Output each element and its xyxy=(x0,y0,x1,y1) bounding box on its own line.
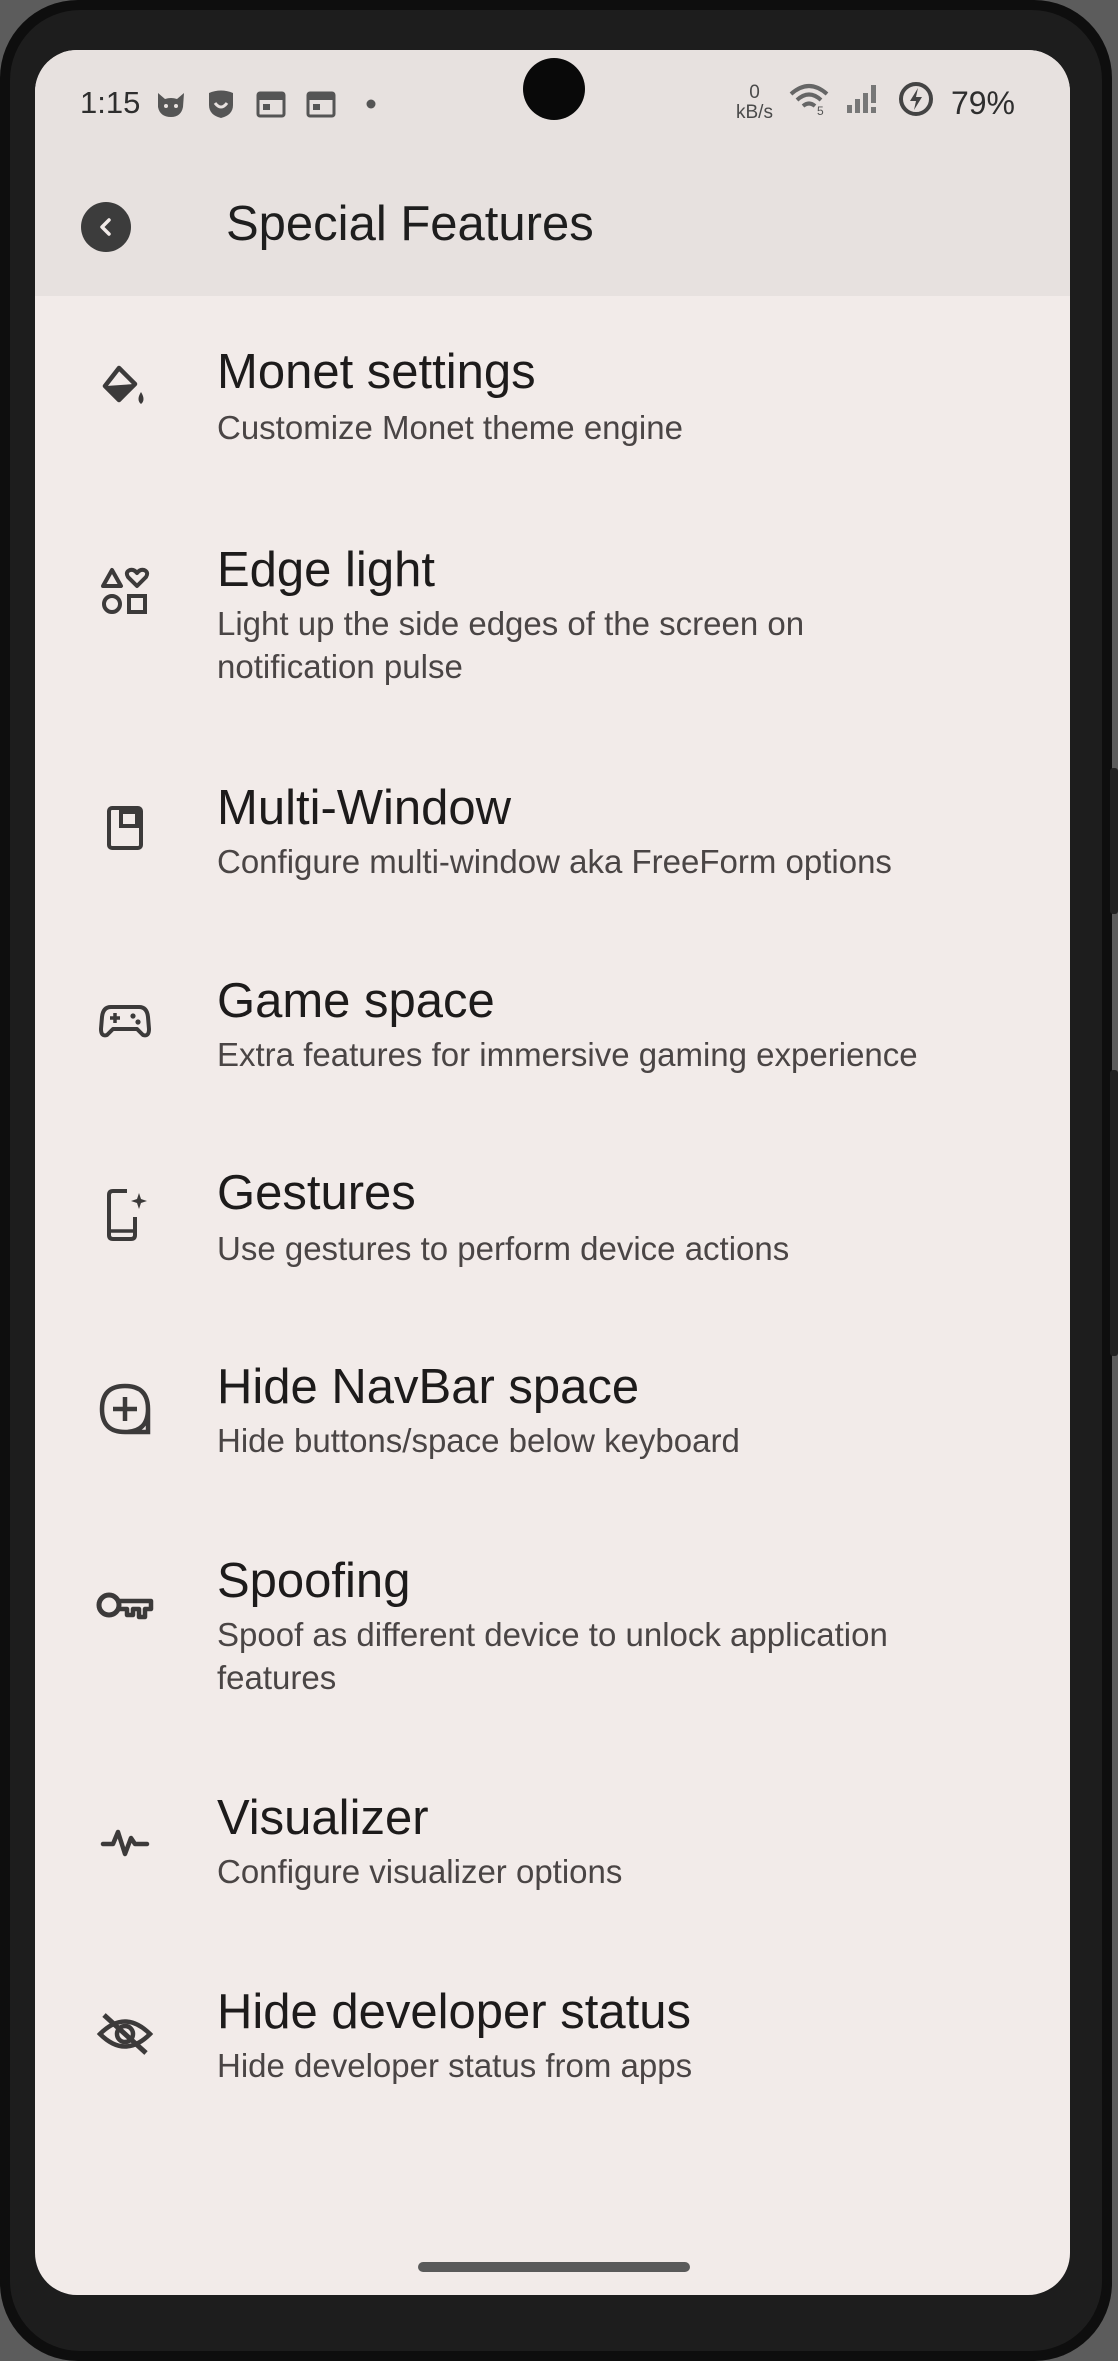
phone-side-button xyxy=(1110,768,1118,914)
item-title: Spoofing xyxy=(217,1554,411,1608)
item-subtitle: Customize Monet theme engine xyxy=(217,409,683,446)
item-subtitle: Spoof as different device to unlock appl… xyxy=(217,1616,888,1696)
cat-app-icon xyxy=(155,88,187,120)
item-subtitle: Hide buttons/space below keyboard xyxy=(217,1422,740,1459)
back-button[interactable] xyxy=(81,202,131,252)
network-speed: 0 kB/s xyxy=(736,82,773,123)
item-subtitle: Configure visualizer options xyxy=(217,1853,623,1890)
shapes-icon xyxy=(95,562,155,622)
item-subtitle: Extra features for immersive gaming expe… xyxy=(217,1036,918,1073)
features-list: Monet settings Customize Monet theme eng… xyxy=(35,296,1070,2128)
item-title: Visualizer xyxy=(217,1791,429,1845)
add-circle-icon xyxy=(95,1379,155,1439)
list-item-hide-developer-status[interactable]: Hide developer status Hide developer sta… xyxy=(35,1934,1070,2128)
gamepad-icon xyxy=(95,991,155,1051)
item-subtitle: Light up the side edges of the screen on… xyxy=(217,605,805,685)
signal-icon xyxy=(845,83,881,123)
battery-percentage: 79% xyxy=(950,84,1015,121)
item-title: Game space xyxy=(217,974,495,1028)
status-bar: 1:15 0 kB/s 5 79% xyxy=(35,50,1070,160)
gesture-navigation-handle[interactable] xyxy=(418,2262,690,2272)
phone-sparkle-icon xyxy=(95,1185,155,1245)
list-item-hide-navbar-space[interactable]: Hide NavBar space Hide buttons/space bel… xyxy=(35,1309,1070,1503)
more-notifications-dot-icon xyxy=(355,88,387,120)
front-camera xyxy=(523,58,585,120)
screen: 1:15 0 kB/s 5 79% Special Features Monet… xyxy=(35,50,1070,2295)
pulse-icon xyxy=(95,1810,155,1870)
paint-bucket-icon xyxy=(95,358,155,418)
calendar-icon xyxy=(255,88,287,120)
list-item-gestures[interactable]: Gestures Use gestures to perform device … xyxy=(35,1115,1070,1309)
app-header: 1:15 0 kB/s 5 79% Special Features xyxy=(35,50,1070,296)
status-time: 1:15 xyxy=(80,85,141,120)
list-item-spoofing[interactable]: Spoofing Spoof as different device to un… xyxy=(35,1503,1070,1740)
item-subtitle: Hide developer status from apps xyxy=(217,2047,693,2084)
list-item-edge-light[interactable]: Edge light Light up the side edges of th… xyxy=(35,490,1070,726)
phone-volume-button xyxy=(1110,1070,1118,1356)
svg-text:5: 5 xyxy=(817,104,824,116)
item-title: Hide NavBar space xyxy=(217,1360,640,1414)
item-title: Gestures xyxy=(217,1166,416,1220)
item-subtitle: Use gestures to perform device actions xyxy=(217,1230,790,1267)
list-item-monet-settings[interactable]: Monet settings Customize Monet theme eng… xyxy=(35,296,1070,490)
shield-app-icon xyxy=(205,88,237,120)
item-title: Hide developer status xyxy=(217,1985,691,2039)
list-item-visualizer[interactable]: Visualizer Configure visualizer options xyxy=(35,1740,1070,1934)
item-subtitle: Configure multi-window aka FreeForm opti… xyxy=(217,843,892,880)
item-title: Monet settings xyxy=(217,345,536,399)
item-title: Edge light xyxy=(217,543,435,597)
calendar-icon-2 xyxy=(305,88,337,120)
battery-icon xyxy=(897,80,935,126)
notification-icons xyxy=(155,88,387,120)
picture-in-picture-icon xyxy=(95,798,155,858)
eye-off-icon xyxy=(95,2004,155,2064)
wifi-icon: 5 xyxy=(789,82,829,124)
status-right: 0 kB/s 5 79% xyxy=(736,80,1015,126)
list-item-game-space[interactable]: Game space Extra features for immersive … xyxy=(35,921,1070,1115)
back-arrow-icon xyxy=(100,218,111,236)
item-title: Multi-Window xyxy=(217,781,512,835)
list-item-multi-window[interactable]: Multi-Window Configure multi-window aka … xyxy=(35,726,1070,921)
key-icon xyxy=(95,1575,155,1635)
page-title: Special Features xyxy=(226,197,594,251)
